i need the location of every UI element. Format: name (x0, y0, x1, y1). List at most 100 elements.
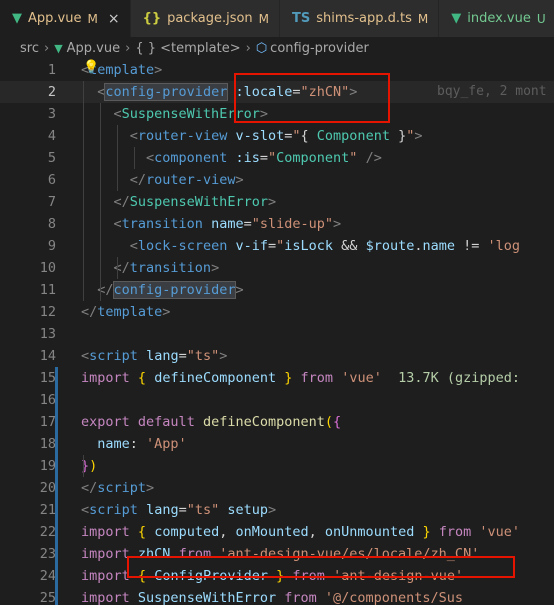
code-token: } (422, 524, 431, 540)
code-line[interactable]: 25 import SuspenseWithError from '@/compo… (0, 587, 554, 605)
code-token: name (211, 216, 244, 232)
code-text: </script> (81, 477, 154, 499)
code-token: > (333, 216, 342, 232)
line-number: 7 (47, 194, 56, 210)
close-icon[interactable]: × (108, 11, 120, 27)
git-change-marker[interactable] (55, 587, 58, 605)
breadcrumb-file[interactable]: App.vue (67, 41, 120, 56)
git-change-marker[interactable] (55, 367, 58, 389)
line-number: 9 (47, 238, 56, 254)
code-token: "ts" (186, 348, 220, 364)
code-token: import (81, 546, 130, 562)
line-number: 18 (39, 436, 56, 452)
git-change-marker[interactable] (55, 565, 58, 587)
highlight-box-import-zhcn (127, 556, 515, 578)
highlight-box-locale (234, 73, 390, 123)
code-text: <lock-screen v-if="isLock && $route.name… (81, 235, 520, 257)
code-editor[interactable]: 25 import SuspenseWithError from '@/compo… (0, 59, 554, 605)
code-token: </ (113, 260, 130, 276)
code-token: < (129, 238, 138, 254)
code-token: = (243, 216, 252, 232)
code-line[interactable]: 16 (0, 389, 554, 411)
code-text: <router-view v-slot="{ Component }"> (81, 125, 423, 147)
breadcrumb-src[interactable]: src (20, 41, 39, 56)
git-blame-annotation: bqy_fe, 2 mont (437, 84, 547, 99)
code-line[interactable]: 13 (0, 323, 554, 345)
vue-icon: ▼ (54, 41, 63, 55)
code-token: onUnmounted (324, 524, 415, 540)
tab-git-status: U (536, 11, 546, 26)
code-text: <component :is="Component" /> (81, 147, 382, 169)
code-line[interactable]: 17 export default defineComponent({ (0, 411, 554, 433)
line-number: 6 (47, 172, 56, 188)
line-number: 19 (39, 458, 56, 474)
code-token: { (137, 370, 147, 386)
code-line[interactable]: 22 import { computed, onMounted, onUnmoun… (0, 521, 554, 543)
line-number: 24 (39, 568, 56, 584)
code-token: Component (316, 128, 390, 144)
code-token: > (268, 502, 277, 518)
tab-package-json[interactable]: {} package.json M (130, 0, 281, 37)
chevron-right-icon: › (125, 40, 131, 56)
code-text: export default defineComponent({ (81, 411, 341, 433)
code-token: '@/components/Sus (324, 590, 464, 605)
line-number: 23 (39, 546, 56, 562)
code-line[interactable]: 14 <script lang="ts"> (0, 345, 554, 367)
code-token: > (219, 348, 228, 364)
git-change-marker[interactable] (55, 389, 58, 411)
indent-guide (117, 125, 118, 191)
code-text: </template> (81, 301, 170, 323)
git-change-marker[interactable] (55, 455, 58, 477)
code-line[interactable]: 18 name: 'App' (0, 433, 554, 455)
line-number: 2 (47, 84, 56, 100)
tab-app-vue[interactable]: ▼ App.vue M × (0, 0, 131, 37)
component-icon: ⬡ (255, 40, 268, 56)
vue-icon: ▼ (12, 11, 22, 26)
tab-index-vue[interactable]: ▼ index.vue U (439, 0, 554, 37)
code-text: </config-provider> (81, 279, 244, 301)
code-token: onMounted (235, 524, 309, 540)
line-number: 22 (39, 524, 56, 540)
git-change-marker[interactable] (55, 477, 58, 499)
code-token: script (89, 348, 138, 364)
tab-shims-app-d-ts[interactable]: TS shims-app.d.ts M (280, 0, 440, 37)
code-line[interactable]: 20 </script> (0, 477, 554, 499)
code-line[interactable]: 12 </template> (0, 301, 554, 323)
git-change-marker[interactable] (55, 433, 58, 455)
code-token: default (137, 414, 195, 430)
code-token: </ (81, 480, 98, 496)
git-change-marker[interactable] (55, 499, 58, 521)
code-token: < (129, 128, 138, 144)
code-token: import (81, 590, 130, 605)
code-line[interactable]: 21 <script lang="ts" setup> (0, 499, 554, 521)
git-change-marker[interactable] (55, 411, 58, 433)
line-number: 16 (39, 392, 56, 408)
line-number: 3 (47, 106, 56, 122)
code-token: </ (81, 304, 98, 320)
code-line[interactable]: 15 import { defineComponent } from 'vue' … (0, 367, 554, 389)
lightbulb-icon[interactable]: 💡 (83, 60, 99, 75)
git-change-marker[interactable] (55, 543, 58, 565)
code-token: config-provider (104, 83, 229, 101)
git-change-marker[interactable] (55, 521, 58, 543)
breadcrumb-template[interactable]: { } <template> (135, 41, 240, 56)
code-text: import { defineComponent } from 'vue' 13… (81, 367, 520, 389)
vue-icon: ▼ (451, 11, 462, 26)
code-token: : (129, 436, 147, 452)
code-text: name: 'App' (81, 433, 186, 455)
breadcrumb-config-provider[interactable]: config-provider (270, 41, 369, 56)
